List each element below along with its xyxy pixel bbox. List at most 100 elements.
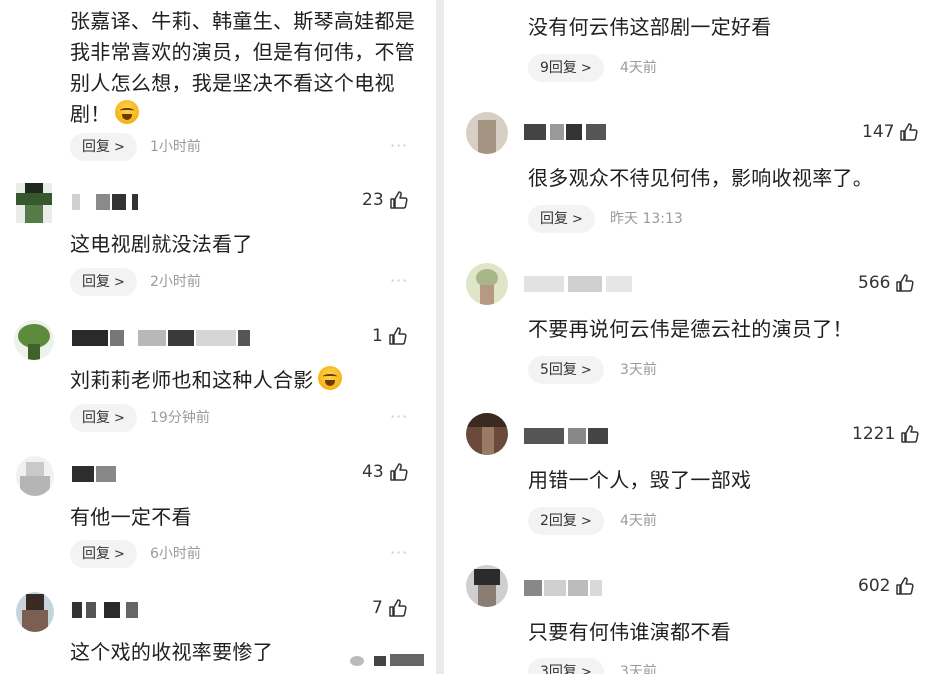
avatar[interactable] bbox=[466, 263, 508, 305]
like-button[interactable]: 1 bbox=[372, 326, 408, 346]
comment-line: 张嘉译、牛莉、韩童生、斯琴高娃都是 bbox=[70, 9, 416, 33]
like-count: 23 bbox=[362, 190, 384, 210]
like-count: 1 bbox=[372, 326, 383, 346]
more-options-icon[interactable]: ··· bbox=[390, 407, 408, 426]
avatar[interactable] bbox=[466, 565, 508, 607]
more-options-icon[interactable]: ··· bbox=[390, 271, 408, 290]
avatar[interactable] bbox=[466, 112, 508, 154]
chevron-right-icon: > bbox=[114, 411, 125, 426]
reply-label: 3回复 bbox=[540, 664, 577, 674]
chevron-right-icon: > bbox=[580, 363, 592, 378]
watermark-logo-icon bbox=[350, 652, 430, 668]
chevron-right-icon: > bbox=[572, 212, 583, 227]
reply-button[interactable]: 5回复 > bbox=[528, 356, 604, 384]
comment-time: 昨天 13:13 bbox=[610, 211, 683, 227]
comment-line: 别人怎么想，我是坚决不看这个电视 bbox=[70, 71, 395, 95]
comment-line: 刘莉莉老师也和这种人合影 bbox=[70, 368, 314, 392]
username[interactable] bbox=[524, 580, 608, 596]
username[interactable] bbox=[72, 466, 118, 482]
like-count: 602 bbox=[858, 576, 891, 596]
chevron-right-icon: > bbox=[580, 61, 592, 76]
comment-text: 很多观众不待见何伟，影响收视率了。 bbox=[528, 166, 874, 190]
thumbs-up-icon bbox=[389, 599, 407, 617]
username[interactable] bbox=[72, 330, 262, 346]
more-options-icon[interactable]: ··· bbox=[390, 543, 408, 562]
comment-text: 有他一定不看 bbox=[70, 505, 192, 529]
comment-text: 这个戏的收视率要惨了 bbox=[70, 640, 273, 664]
crying-laughing-emoji-icon bbox=[317, 366, 342, 390]
like-button[interactable]: 147 bbox=[862, 122, 919, 142]
username[interactable] bbox=[72, 194, 144, 210]
chevron-right-icon: > bbox=[114, 140, 125, 155]
reply-button[interactable]: 2回复 > bbox=[528, 507, 604, 535]
avatar[interactable] bbox=[16, 592, 54, 632]
like-count: 566 bbox=[858, 273, 891, 293]
thumbs-up-icon bbox=[896, 274, 915, 292]
like-button[interactable]: 566 bbox=[858, 273, 915, 293]
comment-text: 张嘉译、牛莉、韩童生、斯琴高娃都是 我非常喜欢的演员，但是有何伟，不管 别人怎么… bbox=[70, 6, 430, 130]
more-options-icon[interactable]: ··· bbox=[390, 136, 408, 155]
username[interactable] bbox=[72, 602, 142, 618]
like-button[interactable]: 602 bbox=[858, 576, 915, 596]
comment-time: 1小时前 bbox=[150, 139, 201, 155]
reply-button[interactable]: 回复 > bbox=[528, 205, 595, 233]
reply-button[interactable]: 3回复 > bbox=[528, 658, 604, 674]
avatar[interactable] bbox=[16, 183, 52, 223]
comment-time: 3天前 bbox=[620, 362, 657, 378]
avatar[interactable] bbox=[16, 456, 54, 496]
comment-time: 3天前 bbox=[620, 664, 657, 674]
reply-label: 回复 bbox=[540, 211, 568, 227]
reply-button[interactable]: 回复 > bbox=[70, 268, 137, 296]
reply-button[interactable]: 回复 > bbox=[70, 540, 137, 568]
left-comment-panel: 张嘉译、牛莉、韩童生、斯琴高娃都是 我非常喜欢的演员，但是有何伟，不管 别人怎么… bbox=[0, 0, 436, 674]
reply-button[interactable]: 回复 > bbox=[70, 404, 137, 432]
reply-button[interactable]: 9回复 > bbox=[528, 54, 604, 82]
comment-text: 不要再说何云伟是德云社的演员了！ bbox=[528, 317, 853, 341]
thumbs-up-icon bbox=[389, 327, 407, 345]
reply-label: 回复 bbox=[82, 546, 110, 562]
comment-text: 只要有何伟谁演都不看 bbox=[528, 620, 731, 644]
right-comment-panel: 没有何云伟这部剧一定好看 9回复 > 4天前 147 很多观众不待见何伟，影响收视… bbox=[444, 0, 940, 674]
thumbs-up-icon bbox=[901, 425, 919, 443]
thumbs-up-icon bbox=[389, 463, 408, 481]
chevron-right-icon: > bbox=[114, 547, 125, 562]
like-count: 1221 bbox=[852, 424, 896, 444]
like-count: 7 bbox=[372, 598, 383, 618]
reply-label: 回复 bbox=[82, 410, 110, 426]
crying-laughing-emoji-icon bbox=[114, 100, 139, 124]
comment-time: 4天前 bbox=[620, 513, 657, 529]
username[interactable] bbox=[524, 124, 610, 140]
comment-time: 19分钟前 bbox=[150, 410, 210, 426]
panel-divider bbox=[436, 0, 444, 674]
reply-label: 5回复 bbox=[540, 362, 577, 378]
like-count: 43 bbox=[362, 462, 384, 482]
like-button[interactable]: 43 bbox=[362, 462, 409, 482]
comment-time: 2小时前 bbox=[150, 274, 201, 290]
like-button[interactable]: 23 bbox=[362, 190, 409, 210]
comment-time: 4天前 bbox=[620, 60, 657, 76]
reply-label: 回复 bbox=[82, 139, 110, 155]
comment-text: 刘莉莉老师也和这种人合影 bbox=[70, 365, 342, 396]
reply-label: 9回复 bbox=[540, 60, 577, 76]
comment-line: 我非常喜欢的演员，但是有何伟，不管 bbox=[70, 40, 416, 64]
avatar[interactable] bbox=[466, 413, 508, 455]
thumbs-up-icon bbox=[389, 191, 408, 209]
comment-line: 剧！ bbox=[70, 102, 111, 126]
comment-text: 用错一个人，毁了一部戏 bbox=[528, 468, 752, 492]
comment-text: 这电视剧就没法看了 bbox=[70, 232, 253, 256]
reply-label: 回复 bbox=[82, 274, 110, 290]
comment-time: 6小时前 bbox=[150, 546, 201, 562]
reply-button[interactable]: 回复 > bbox=[70, 133, 137, 161]
username[interactable] bbox=[524, 276, 654, 292]
chevron-right-icon: > bbox=[580, 665, 592, 674]
thumbs-up-icon bbox=[900, 123, 919, 141]
comment-text: 没有何云伟这部剧一定好看 bbox=[528, 15, 772, 39]
like-button[interactable]: 1221 bbox=[852, 424, 920, 444]
reply-label: 2回复 bbox=[540, 513, 577, 529]
like-count: 147 bbox=[862, 122, 895, 142]
thumbs-up-icon bbox=[896, 577, 915, 595]
avatar[interactable] bbox=[14, 320, 54, 360]
chevron-right-icon: > bbox=[580, 514, 592, 529]
like-button[interactable]: 7 bbox=[372, 598, 408, 618]
username[interactable] bbox=[524, 428, 614, 444]
